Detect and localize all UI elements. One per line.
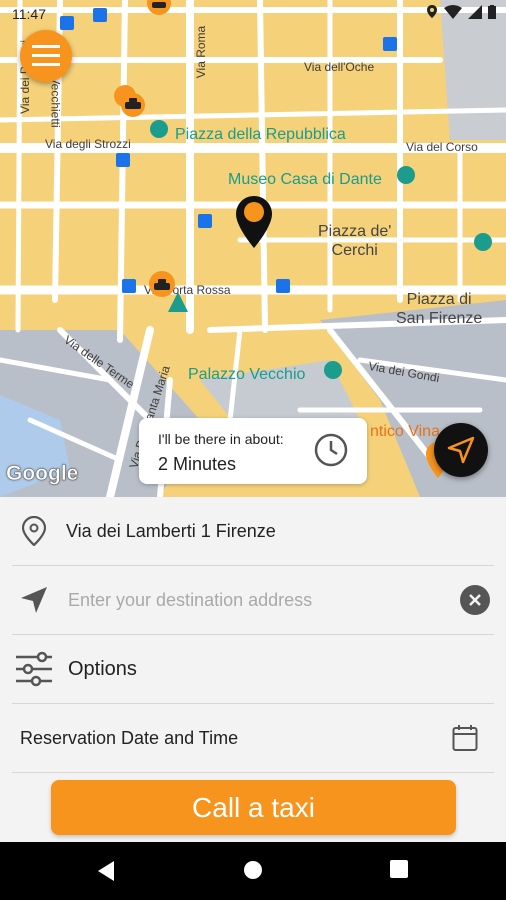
poi-label-repubblica: Piazza della Repubblica — [175, 126, 346, 143]
signal-icon — [468, 5, 482, 19]
home-icon[interactable] — [243, 860, 263, 880]
area-label-cerchi-line2: Cerchi — [331, 242, 378, 259]
street-label-strozzi: Via degli Strozzi — [45, 137, 131, 151]
destination-row — [12, 566, 494, 635]
eta-value: 2 Minutes — [158, 454, 237, 474]
clear-destination-button[interactable] — [460, 585, 490, 615]
system-nav-bar — [0, 842, 506, 900]
area-label-cerchi-line1: Piazza de' — [318, 223, 392, 240]
location-status-icon — [427, 5, 437, 18]
pickup-row[interactable]: Via dei Lamberti 1 Firenze — [12, 497, 494, 566]
wifi-icon — [444, 5, 462, 19]
eta-label: I'll be there in about: — [158, 431, 284, 447]
poi-label-palazzo-vecchio: Palazzo Vecchio — [188, 366, 306, 383]
navigation-arrow-icon — [447, 436, 475, 464]
booking-panel: Via dei Lamberti 1 Firenze Options Reser… — [0, 497, 506, 842]
menu-button[interactable] — [20, 30, 72, 82]
destination-input[interactable] — [66, 588, 460, 612]
taxi-icon[interactable] — [146, 0, 172, 16]
menu-icon — [32, 45, 60, 66]
sliders-icon — [16, 651, 52, 687]
navigation-arrow-icon — [21, 587, 47, 613]
back-icon[interactable] — [96, 860, 116, 882]
navigate-button[interactable] — [434, 423, 488, 477]
taxi-icon[interactable] — [148, 270, 176, 298]
street-label-vecchietti: Vecchietti — [48, 76, 63, 128]
street-label-corso: Via del Corso — [406, 140, 478, 154]
calendar-icon[interactable] — [452, 724, 478, 752]
options-row[interactable]: Options — [12, 635, 494, 704]
area-label-san-firenze-line2: San Firenze — [396, 310, 483, 327]
google-attribution: Google — [6, 462, 79, 486]
reservation-label: Reservation Date and Time — [20, 727, 239, 748]
reservation-row[interactable]: Reservation Date and Time — [12, 704, 494, 773]
area-label-san-firenze: Piazza di San Firenze — [396, 290, 482, 328]
status-icons — [426, 5, 496, 19]
taxi-icon[interactable] — [112, 84, 148, 120]
clock-icon — [314, 433, 348, 467]
eta-card: I'll be there in about: 2 Minutes — [139, 418, 367, 484]
location-pin-icon — [22, 516, 46, 546]
status-time: 11:47 — [12, 6, 46, 22]
recents-icon[interactable] — [390, 860, 408, 878]
poi-label-museo-dante: Museo Casa di Dante — [228, 171, 382, 188]
call-taxi-button[interactable]: Call a taxi — [51, 780, 456, 835]
area-label-cerchi: Piazza de' Cerchi — [318, 222, 391, 260]
street-label-oche: Via dell'Oche — [304, 60, 375, 74]
options-label: Options — [68, 657, 137, 680]
location-pin-icon — [236, 196, 272, 248]
area-label-san-firenze-line1: Piazza di — [406, 291, 472, 308]
street-label-roma: Via Roma — [194, 25, 209, 79]
map-view[interactable]: 11:47 Piazza della Repubblica Museo Casa… — [0, 0, 506, 497]
clear-icon — [469, 594, 481, 606]
status-bar: 11:47 — [0, 0, 506, 30]
battery-icon — [488, 5, 496, 19]
poi-label-antico-vinaio: ntico Vina — [370, 423, 440, 440]
pickup-address: Via dei Lamberti 1 Firenze — [66, 520, 276, 541]
